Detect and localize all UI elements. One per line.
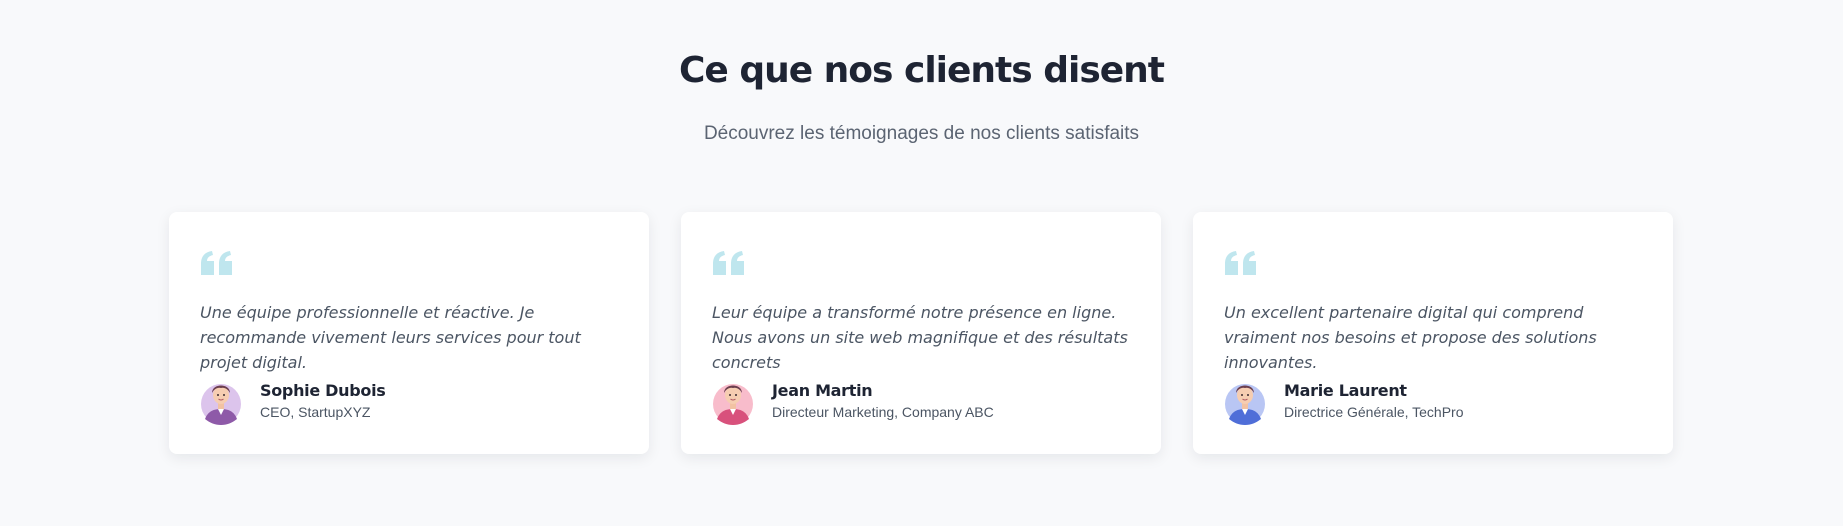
testimonial-author: Sophie Dubois CEO, StartupXYZ	[200, 375, 386, 425]
quote-icon	[713, 251, 744, 275]
testimonial-cards: Une équipe professionnelle et réactive. …	[169, 212, 1673, 454]
section-title: Ce que nos clients disent	[678, 50, 1165, 91]
section-subtitle: Découvrez les témoignages de nos clients…	[703, 123, 1140, 144]
testimonial-card: Leur équipe a transformé notre présence …	[681, 212, 1161, 454]
testimonial-card: Une équipe professionnelle et réactive. …	[169, 212, 649, 454]
testimonial-quote: Leur équipe a transformé notre présence …	[712, 303, 1128, 372]
testimonials-section: Ce que nos clients disent Découvrez les …	[0, 0, 1843, 526]
quote-icon	[1225, 251, 1256, 275]
author-name: Marie Laurent	[1284, 380, 1407, 400]
avatar-pink-icon	[713, 384, 753, 425]
testimonial-card: Un excellent partenaire digital qui comp…	[1193, 212, 1673, 454]
testimonial-quote: Un excellent partenaire digital qui comp…	[1224, 303, 1597, 372]
author-role: Directeur Marketing, Company ABC	[772, 403, 994, 420]
author-name: Jean Martin	[772, 380, 873, 400]
testimonial-author: Jean Martin Directeur Marketing, Company…	[712, 375, 994, 425]
testimonial-quote: Une équipe professionnelle et réactive. …	[200, 303, 581, 372]
testimonial-author: Marie Laurent Directrice Générale, TechP…	[1224, 375, 1463, 425]
author-role: CEO, StartupXYZ	[260, 403, 371, 420]
avatar-purple-icon	[201, 384, 241, 425]
avatar-blue-icon	[1225, 384, 1265, 425]
author-role: Directrice Générale, TechPro	[1284, 403, 1464, 420]
author-name: Sophie Dubois	[260, 380, 386, 400]
quote-icon	[201, 251, 232, 275]
